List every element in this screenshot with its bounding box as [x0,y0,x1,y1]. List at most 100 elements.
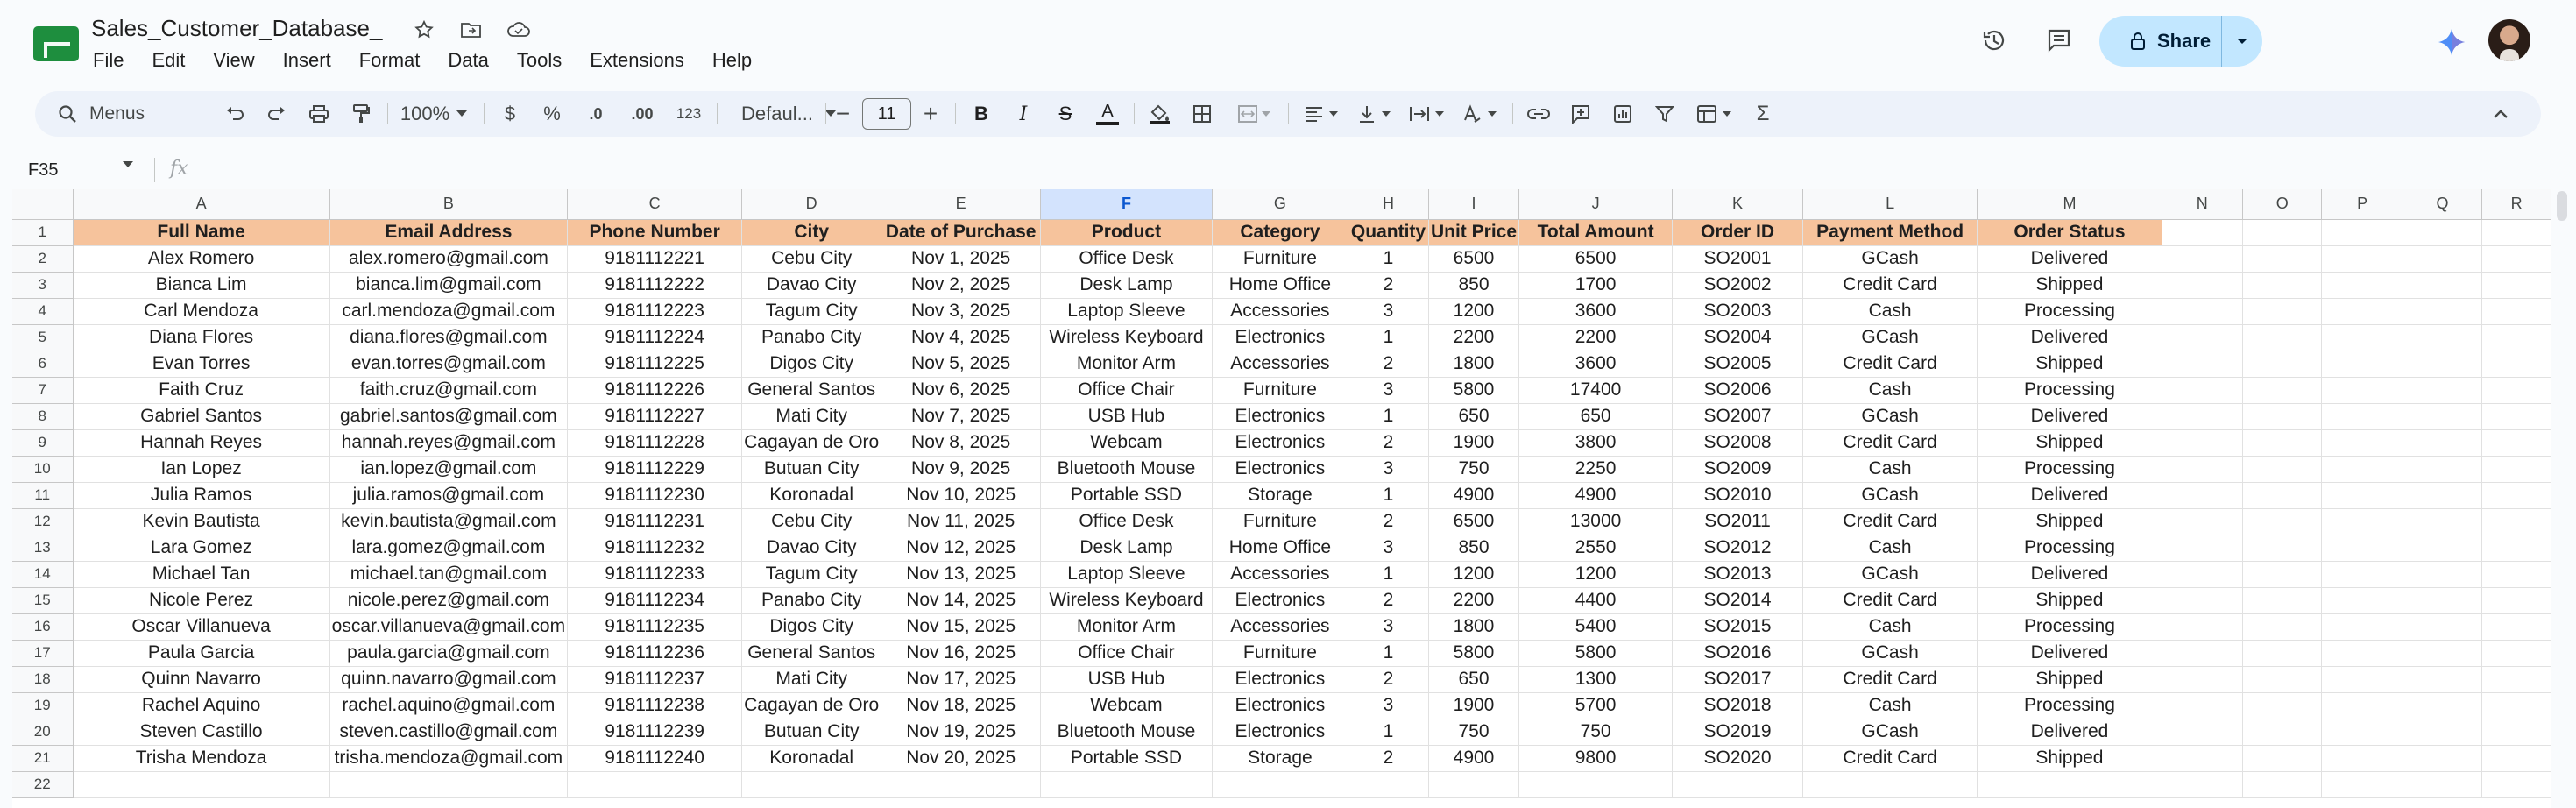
cell[interactable]: Diana Flores [73,324,330,351]
cell[interactable]: 9181112230 [567,482,743,509]
cell[interactable]: Delivered [1977,719,2162,746]
cell[interactable] [2481,298,2551,325]
cell[interactable]: Delivered [1977,403,2162,430]
share-button[interactable]: Share [2099,16,2222,67]
paint-format-icon[interactable] [343,91,379,137]
cell[interactable]: 6500 [1428,508,1520,535]
cell[interactable]: Processing [1977,298,2162,325]
cell[interactable]: Desk Lamp [1040,272,1213,299]
cell[interactable]: steven.castillo@gmail.com [329,719,569,746]
column-header-c[interactable]: C [567,189,743,220]
cell[interactable]: Cash [1802,377,1978,404]
cell[interactable]: hannah.reyes@gmail.com [329,429,569,457]
cell[interactable] [567,771,743,798]
cell[interactable]: USB Hub [1040,403,1213,430]
cell[interactable] [2481,482,2551,509]
cell[interactable] [2162,771,2243,798]
cell[interactable]: Credit Card [1802,508,1978,535]
cell[interactable]: 1900 [1428,429,1520,457]
cell[interactable]: 9181112231 [567,508,743,535]
cell[interactable]: Koronadal [741,745,882,772]
cell[interactable]: Electronics [1212,719,1349,746]
row-number[interactable]: 14 [12,561,74,588]
cell[interactable]: 9181112237 [567,666,743,693]
cell[interactable]: Nov 8, 2025 [881,429,1042,457]
cell[interactable] [2481,587,2551,614]
cell[interactable] [1672,771,1803,798]
column-header-f[interactable]: F [1040,189,1213,220]
cell[interactable]: Shipped [1977,272,2162,299]
cell[interactable]: GCash [1802,482,1978,509]
row-number[interactable]: 10 [12,456,74,483]
insert-comment-icon[interactable] [1563,91,1598,137]
cell[interactable]: Date of Purchase [881,219,1042,246]
cell[interactable] [2403,719,2483,746]
cell[interactable]: 9181112225 [567,351,743,378]
move-folder-icon[interactable] [459,18,484,42]
cell[interactable]: 1200 [1428,561,1520,588]
cell[interactable]: Furniture [1212,245,1349,273]
cell[interactable] [2242,508,2323,535]
star-icon[interactable] [412,18,436,42]
cell[interactable] [2403,640,2483,667]
cell[interactable] [2162,745,2243,772]
cell[interactable]: Gabriel Santos [73,403,330,430]
cell[interactable]: evan.torres@gmail.com [329,351,569,378]
redo-icon[interactable] [259,91,294,137]
bold-button[interactable]: B [964,91,999,137]
cell[interactable]: 4900 [1518,482,1674,509]
cell[interactable]: Mati City [741,403,882,430]
text-rotation-icon[interactable] [1454,91,1504,137]
menu-edit[interactable]: Edit [152,49,198,72]
cell[interactable] [2321,719,2403,746]
cell[interactable]: Nov 18, 2025 [881,692,1042,719]
cell[interactable]: oscar.villanueva@gmail.com [329,613,569,641]
cell[interactable]: kevin.bautista@gmail.com [329,508,569,535]
account-avatar[interactable] [2488,19,2530,61]
cell[interactable]: Shipped [1977,745,2162,772]
row-number[interactable]: 8 [12,403,74,430]
cell[interactable]: 5800 [1518,640,1674,667]
decrease-decimal-button[interactable]: .0 [577,91,615,137]
cell[interactable]: 2 [1348,587,1429,614]
cell[interactable]: Phone Number [567,219,743,246]
merge-cells-icon[interactable] [1227,91,1281,137]
insert-link-icon[interactable] [1521,91,1556,137]
cell[interactable] [2242,771,2323,798]
column-header-p[interactable]: P [2321,189,2403,220]
cell[interactable]: trisha.mendoza@gmail.com [329,745,569,772]
cell[interactable]: 5700 [1518,692,1674,719]
cell[interactable]: Digos City [741,613,882,641]
cell[interactable]: Mati City [741,666,882,693]
cell[interactable] [881,771,1042,798]
menu-file[interactable]: File [93,49,137,72]
row-number[interactable]: 17 [12,640,74,667]
undo-icon[interactable] [217,91,252,137]
cell[interactable]: Desk Lamp [1040,535,1213,562]
cell[interactable] [2321,561,2403,588]
cell[interactable]: Order Status [1977,219,2162,246]
cell[interactable]: Nov 6, 2025 [881,377,1042,404]
zoom-select[interactable]: 100% [394,91,473,137]
italic-button[interactable]: I [1006,91,1041,137]
cell[interactable]: 1800 [1428,351,1520,378]
cell[interactable] [2403,351,2483,378]
cell[interactable] [2481,272,2551,299]
cell[interactable] [2242,456,2323,483]
column-header-i[interactable]: I [1428,189,1520,220]
cell[interactable]: 2 [1348,666,1429,693]
filter-views-icon[interactable] [1689,91,1738,137]
row-number[interactable]: 15 [12,587,74,614]
cell[interactable]: Electronics [1212,666,1349,693]
row-number[interactable]: 21 [12,745,74,772]
cell[interactable]: 9181112240 [567,745,743,772]
cell[interactable]: Butuan City [741,456,882,483]
cell[interactable]: Lara Gomez [73,535,330,562]
cell[interactable]: Delivered [1977,561,2162,588]
share-dropdown-button[interactable] [2222,16,2262,67]
column-header-q[interactable]: Q [2403,189,2483,220]
cell[interactable]: Bluetooth Mouse [1040,719,1213,746]
cell[interactable] [2403,377,2483,404]
cell[interactable]: 9181112229 [567,456,743,483]
cell[interactable] [2481,403,2551,430]
